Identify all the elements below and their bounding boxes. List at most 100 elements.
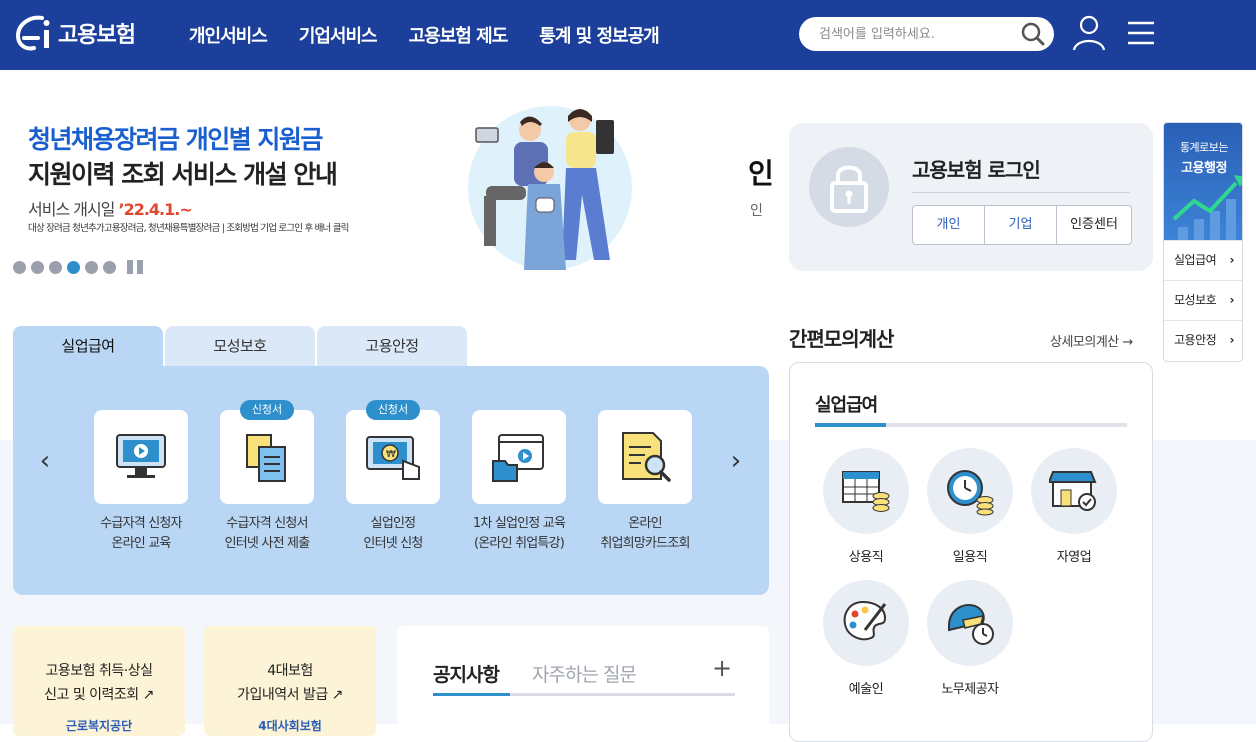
tab-notices[interactable]: 공지사항 — [433, 660, 500, 687]
palette-brush-icon — [843, 600, 887, 641]
tab-faq[interactable]: 자주하는 질문 — [532, 660, 637, 687]
banner-date: 서비스 개시일 ’22.4.1.~ — [28, 196, 193, 220]
quick-link-four-insurance[interactable]: 4대보험가입내역서 발급 ↗ 4대사회보험 — [204, 626, 376, 736]
calc-icon-circle — [927, 448, 1013, 534]
application-badge: 신청서 — [366, 400, 420, 420]
tab-maternity[interactable]: 모성보호 — [165, 326, 315, 366]
banner-date-prefix: 서비스 개시일 — [28, 200, 119, 219]
nav-statistics[interactable]: 통계 및 정보공개 — [539, 22, 659, 48]
side-link-maternity[interactable]: 모성보호 › — [1164, 280, 1242, 320]
service-tab-panel: ‹ › 수급자격 신청자 온라인 교육 신청서 수급자격 신청서 인터넷 사전 … — [13, 366, 769, 595]
banner-dot-1[interactable] — [13, 260, 26, 274]
service-application-submit[interactable]: 신청서 수급자격 신청서인터넷 사전 제출 — [212, 400, 322, 554]
service-label-line2: 온라인 교육 — [111, 536, 171, 551]
calc-self-employed[interactable]: 자영업 — [1029, 448, 1119, 565]
service-label-line1: 수급자격 신청서 — [226, 516, 308, 531]
nav-insurance-system[interactable]: 고용보험 제도 — [409, 22, 509, 48]
service-label: 온라인 취업희망카드조회 — [590, 514, 700, 554]
banner-dot-3[interactable] — [49, 260, 62, 274]
quick-link-line2: 가입내역서 발급 ↗ — [237, 687, 343, 703]
side-link-employment-stability[interactable]: 고용안정 › — [1164, 320, 1242, 360]
quick-link-line1: 4대보험 — [267, 663, 313, 679]
service-label: 수급자격 신청서인터넷 사전 제출 — [212, 514, 322, 554]
login-panel: 고용보험 로그인 개인 기업 인증센터 — [789, 123, 1153, 271]
calc-labor-provider[interactable]: 노무제공자 — [925, 580, 1015, 697]
carousel-prev-icon[interactable]: ‹ — [30, 446, 60, 476]
monitor-play-icon — [116, 434, 166, 478]
login-title: 고용보험 로그인 — [912, 158, 1041, 182]
banner-dot-6[interactable] — [103, 260, 116, 274]
certificate-center-button[interactable]: 인증센터 — [1057, 206, 1131, 244]
monitor-won-click-icon: ₩ — [366, 436, 420, 480]
quick-link-line2: 신고 및 이력조회 ↗ — [44, 687, 154, 703]
plus-icon[interactable]: + — [712, 654, 732, 682]
service-first-education[interactable]: 1차 실업인정 교육 (온라인 취업특강) — [464, 410, 574, 554]
tab-unemployment[interactable]: 실업급여 — [13, 326, 163, 366]
side-link-unemployment[interactable]: 실업급여 › — [1164, 240, 1242, 280]
calc-daily-worker[interactable]: 일용직 — [925, 448, 1015, 565]
side-link-label: 모성보호 — [1174, 293, 1217, 307]
helmet-clock-icon — [948, 604, 994, 645]
search-icon[interactable] — [1020, 21, 1046, 47]
banner-title-line1[interactable]: 청년채용장려금 개인별 지원금 — [28, 120, 323, 156]
login-personal-button[interactable]: 개인 — [913, 206, 985, 244]
tab-employment-stability[interactable]: 고용안정 — [317, 326, 467, 366]
login-business-button[interactable]: 기업 — [985, 206, 1057, 244]
chevron-right-icon: › — [1229, 253, 1235, 267]
calc-artist[interactable]: 예술인 — [821, 580, 911, 697]
carousel-next-icon[interactable]: › — [721, 446, 751, 476]
logo-mark-icon — [12, 12, 54, 54]
nav-personal-services[interactable]: 개인서비스 — [189, 22, 268, 48]
quick-link-org: 근로복지공단 — [65, 719, 133, 733]
login-button-group: 개인 기업 인증센터 — [912, 205, 1132, 245]
service-unemployment-recognition[interactable]: 신청서 ₩ 실업인정인터넷 신청 — [338, 400, 448, 554]
quick-side-panel: 통계로보는 고용행정 실업급여 › 모성보호 › 고용안정 › — [1163, 122, 1243, 362]
service-label-line2: 취업희망카드조회 — [600, 536, 690, 551]
notice-panel: 공지사항 자주하는 질문 + — [397, 626, 769, 736]
calc-item-label: 상용직 — [848, 550, 884, 565]
service-icon-box — [598, 410, 692, 504]
side-link-label: 실업급여 — [1174, 253, 1217, 267]
site-header: 고용보험 개인서비스 기업서비스 고용보험 제도 통계 및 정보공개 — [0, 0, 1256, 70]
application-badge: 신청서 — [240, 400, 294, 420]
svg-text:₩: ₩ — [386, 449, 396, 460]
quick-link-insurance-history[interactable]: 고용보험 취득·상실 신고 및 이력조회 ↗ 근로복지공단 — [13, 626, 185, 736]
calc-item-label: 자영업 — [1056, 550, 1092, 565]
pause-icon[interactable] — [127, 260, 143, 274]
service-label-line2: 인터넷 신청 — [363, 536, 423, 551]
store-check-icon — [1049, 471, 1097, 511]
banner-dot-2[interactable] — [31, 260, 44, 274]
calc-active-underline — [815, 423, 886, 427]
calc-icon-circle — [823, 580, 909, 666]
calc-subtitle: 실업급여 — [815, 395, 878, 416]
search-input[interactable] — [819, 24, 1009, 44]
nav-business-services[interactable]: 기업서비스 — [299, 22, 378, 48]
quick-link-org: 4대사회보험 — [258, 719, 322, 733]
quick-link-text: 4대보험가입내역서 발급 ↗ — [204, 659, 376, 707]
service-label-line1: 1차 실업인정 교육 — [472, 516, 566, 531]
statistics-banner[interactable]: 통계로보는 고용행정 — [1164, 123, 1242, 240]
calendar-coins-icon — [842, 471, 890, 512]
service-label-line2: 인터넷 사전 제출 — [224, 536, 311, 551]
banner-title-line2[interactable]: 지원이력 조회 서비스 개설 안내 — [28, 155, 338, 191]
calc-item-label: 일용직 — [952, 550, 988, 565]
user-icon[interactable] — [1072, 14, 1106, 52]
quick-link-text: 고용보험 취득·상실 신고 및 이력조회 ↗ — [13, 659, 185, 707]
calc-regular-worker[interactable]: 상용직 — [821, 448, 911, 565]
service-icon-box: 신청서 — [220, 400, 314, 504]
service-label-line1: 실업인정 — [370, 516, 416, 531]
notice-tab-active-underline — [433, 693, 510, 696]
side-link-label: 고용안정 — [1174, 333, 1217, 347]
detail-calc-link[interactable]: 상세모의계산 → — [1050, 331, 1133, 350]
service-job-card-lookup[interactable]: 온라인 취업희망카드조회 — [590, 410, 700, 554]
hamburger-menu-icon[interactable] — [1127, 20, 1155, 46]
service-icon-box: 신청서 ₩ — [346, 400, 440, 504]
calc-item-label: 예술인 — [848, 682, 884, 697]
banner-dot-4[interactable] — [67, 260, 80, 274]
site-logo[interactable]: 고용보험 — [12, 12, 136, 54]
chevron-right-icon: › — [1229, 333, 1235, 347]
service-label-line1: 수급자격 신청자 — [100, 516, 182, 531]
banner-dot-5[interactable] — [85, 260, 98, 274]
rising-chart-icon — [1172, 175, 1242, 240]
service-online-education[interactable]: 수급자격 신청자온라인 교육 — [86, 410, 196, 554]
